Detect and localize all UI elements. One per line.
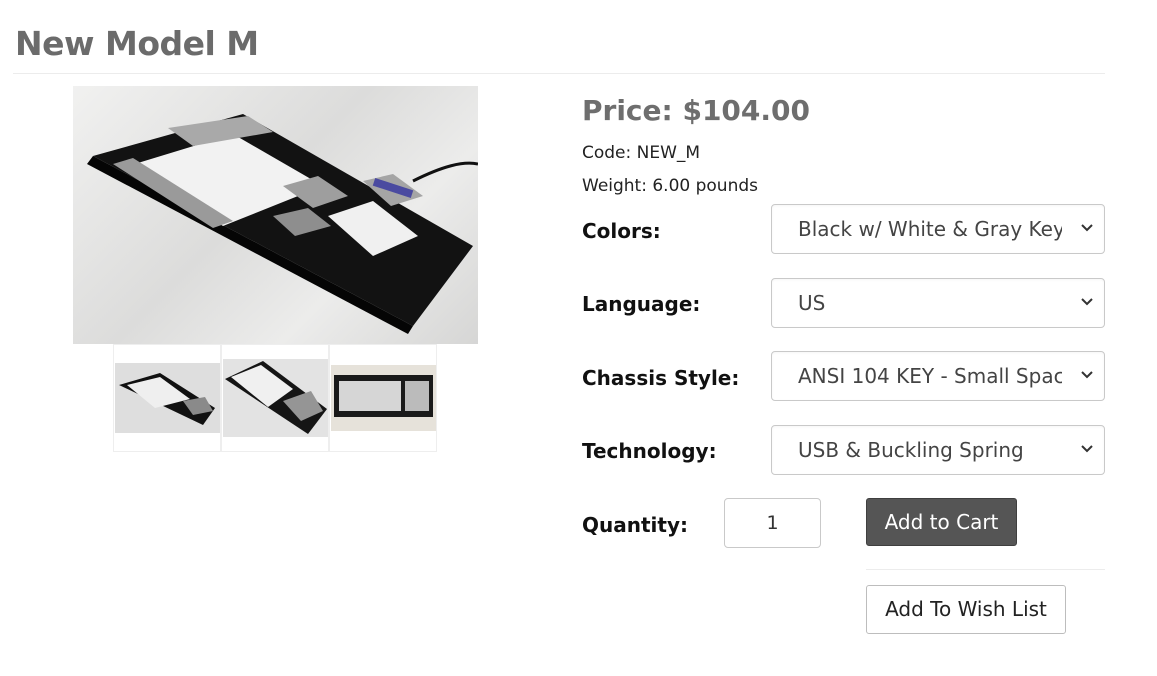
keyboard-photo [87,114,478,334]
product-weight: Weight: 6.00 pounds [582,176,759,196]
add-to-wishlist-button[interactable]: Add To Wish List [866,585,1066,634]
keyboard-thumb-icon [331,365,436,431]
thumbnail-2[interactable] [221,344,329,452]
thumbnail-1[interactable] [113,344,221,452]
language-select[interactable]: US [771,278,1105,328]
language-label: Language: [582,292,701,316]
thumbnail-3[interactable] [329,344,437,452]
technology-select-value: USB & Buckling Spring [798,438,1024,462]
chassis-style-select-value: ANSI 104 KEY - Small Space [798,364,1062,388]
chassis-style-label: Chassis Style: [582,366,740,390]
add-to-cart-button[interactable]: Add to Cart [866,498,1017,546]
chevron-down-icon [1081,445,1093,453]
keyboard-thumb-icon [223,359,328,437]
product-price: Price: $104.00 [582,94,810,127]
keyboard-thumb-icon [115,363,220,433]
technology-label: Technology: [582,439,717,463]
title-divider [13,73,1105,74]
colors-label: Colors: [582,219,661,243]
page-title: New Model M [15,24,259,63]
quantity-label: Quantity: [582,513,688,537]
quantity-input[interactable]: 1 [724,498,821,548]
thumbnail-gallery [113,344,437,452]
chassis-style-select[interactable]: ANSI 104 KEY - Small Space [771,351,1105,401]
technology-select[interactable]: USB & Buckling Spring [771,425,1105,475]
chevron-down-icon [1081,371,1093,379]
colors-select[interactable]: Black w/ White & Gray Keys [771,204,1105,254]
chevron-down-icon [1081,298,1093,306]
language-select-value: US [798,291,826,315]
product-code: Code: NEW_M [582,143,701,163]
chevron-down-icon [1081,224,1093,232]
product-main-image[interactable] [73,86,478,344]
colors-select-value: Black w/ White & Gray Keys [798,217,1062,241]
button-divider [866,569,1105,570]
